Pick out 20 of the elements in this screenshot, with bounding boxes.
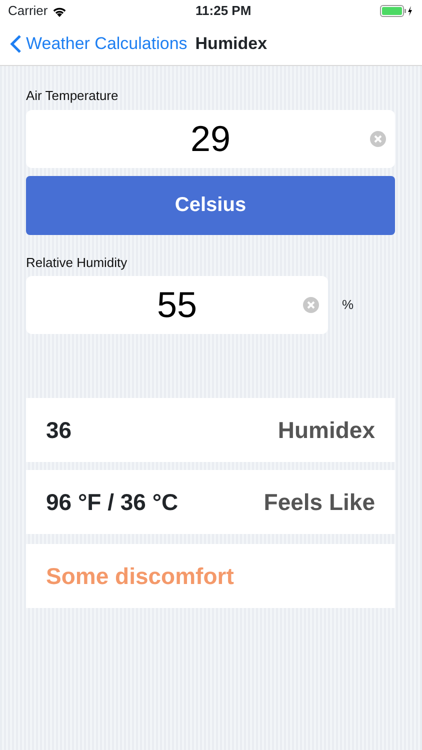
- wifi-icon: [52, 6, 67, 16]
- clear-icon[interactable]: [370, 130, 386, 146]
- clear-icon[interactable]: [303, 297, 319, 313]
- status-time: 11:25 PM: [196, 2, 252, 20]
- humidity-field[interactable]: 55: [26, 276, 328, 334]
- screen-title: Humidex: [195, 32, 268, 55]
- field-label: Relative Humidity: [26, 254, 128, 272]
- field-label: Air Temperature: [26, 87, 120, 105]
- unit-button[interactable]: Celsius: [26, 176, 395, 234]
- carrier-name: Carrier: [8, 2, 48, 20]
- comfort-text: Some discomfort: [46, 562, 234, 591]
- temperature-field[interactable]: 29: [26, 110, 395, 168]
- result-value: 96 °F / 36 °C: [46, 488, 178, 517]
- result-label: Feels Like: [264, 488, 375, 517]
- result-label: Humidex: [278, 416, 375, 445]
- back-chevron-icon: [10, 34, 22, 54]
- battery-icon: [380, 5, 414, 17]
- back-button[interactable]: Weather Calculations: [10, 30, 188, 56]
- result-value: 36: [46, 416, 72, 445]
- unit-label: %: [342, 296, 354, 314]
